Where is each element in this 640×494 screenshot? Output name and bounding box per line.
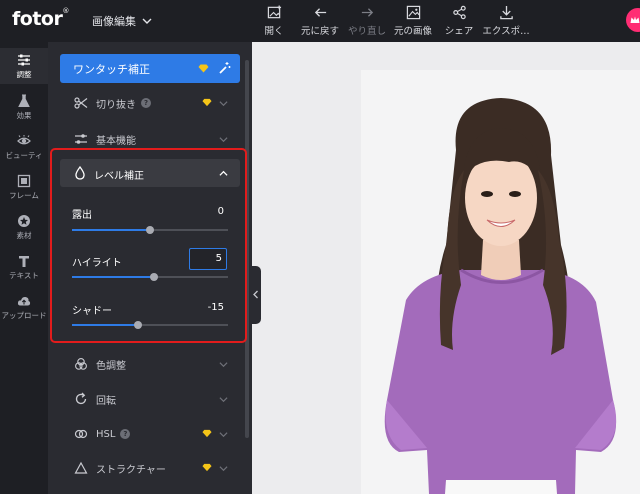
chevron-down-icon	[219, 101, 228, 107]
rail-item-elements[interactable]: 素材	[0, 210, 48, 244]
left-nav-rail: 調整 効果 ビューティ フレーム 素材 テキスト アップロード	[0, 42, 48, 494]
structure-section[interactable]: ストラクチャー	[60, 455, 240, 481]
magic-wand-icon	[219, 62, 231, 74]
help-icon[interactable]: ?	[141, 98, 151, 108]
structure-label: ストラクチャー	[96, 464, 166, 476]
original-image-icon	[406, 5, 420, 20]
diamond-icon	[198, 64, 209, 73]
chevron-left-icon	[253, 290, 258, 299]
open-button[interactable]: 開く	[249, 5, 299, 37]
chevron-down-icon	[219, 432, 228, 438]
diamond-icon	[202, 98, 212, 107]
export-download-icon	[499, 5, 513, 20]
color-section[interactable]: 色調整	[60, 351, 240, 377]
rotate-icon	[75, 392, 87, 405]
crop-label: 切り抜き	[96, 99, 136, 111]
mode-label: 画像編集	[92, 15, 136, 28]
flask-icon	[18, 94, 30, 107]
premium-crown-button[interactable]	[626, 8, 640, 32]
rotate-label: 回転	[96, 395, 116, 407]
one-touch-enhance-button[interactable]: ワンタッチ補正	[60, 54, 240, 83]
rail-label-adjust: 調整	[16, 70, 32, 79]
share-label: シェア	[444, 26, 474, 37]
color-label: 色調整	[96, 360, 126, 372]
basic-label: 基本機能	[96, 135, 136, 147]
diamond-icon	[202, 463, 212, 472]
triangle-icon	[74, 461, 88, 474]
top-toolbar: fotor® 画像編集 開く 元に戻す やり直し 元の画像 シェア エクスポ…	[0, 0, 640, 42]
frame-icon	[17, 174, 31, 188]
text-t-icon	[19, 256, 29, 267]
portrait-photo-illustration	[361, 70, 640, 494]
mode-dropdown[interactable]: 画像編集	[92, 13, 152, 29]
share-button[interactable]: シェア	[434, 5, 484, 37]
help-icon[interactable]: ?	[120, 429, 131, 439]
original-image-button[interactable]: 元の画像	[388, 5, 438, 37]
redo-button[interactable]: やり直し	[342, 5, 392, 37]
one-touch-label: ワンタッチ補正	[73, 63, 150, 76]
redo-arrow-icon	[361, 8, 373, 17]
chevron-down-icon	[219, 397, 228, 403]
rail-label-effects: 効果	[16, 111, 32, 120]
hsl-label: HSL	[96, 428, 116, 440]
export-label: エクスポ…	[482, 26, 530, 37]
cloud-upload-icon	[17, 296, 31, 306]
rail-label-frames: フレーム	[9, 191, 39, 200]
collapse-panel-button[interactable]	[250, 266, 261, 324]
rail-item-beauty[interactable]: ビューティ	[0, 130, 48, 164]
hsl-icon	[74, 429, 88, 439]
chevron-down-icon	[219, 362, 228, 368]
rail-label-beauty: ビューティ	[5, 151, 43, 160]
open-label: 開く	[264, 26, 284, 37]
crown-icon	[630, 16, 640, 23]
share-icon	[452, 5, 466, 20]
rail-item-text[interactable]: テキスト	[0, 250, 48, 284]
edited-photo[interactable]	[361, 70, 640, 494]
original-image-label: 元の画像	[393, 26, 432, 37]
rail-label-text: テキスト	[9, 271, 39, 280]
rail-item-upload[interactable]: アップロード	[0, 290, 48, 324]
undo-arrow-icon	[314, 8, 326, 17]
hsl-section[interactable]: HSL ?	[60, 421, 240, 447]
chevron-down-icon	[142, 18, 152, 24]
open-image-icon	[267, 5, 281, 19]
adjust-sliders-icon	[18, 54, 30, 66]
rail-label-elements: 素材	[16, 231, 32, 240]
star-badge-icon	[18, 215, 30, 227]
rail-label-upload: アップロード	[1, 311, 47, 320]
fotor-logo[interactable]: fotor®	[12, 7, 69, 30]
rail-item-frames[interactable]: フレーム	[0, 170, 48, 204]
rotate-section[interactable]: 回転	[60, 386, 240, 412]
sliders-icon	[75, 134, 87, 144]
redo-label: やり直し	[347, 26, 386, 37]
rail-item-effects[interactable]: 効果	[0, 90, 48, 124]
crop-section[interactable]: 切り抜き ?	[60, 90, 240, 116]
export-button[interactable]: エクスポ…	[481, 5, 531, 37]
diamond-icon	[202, 429, 212, 438]
color-circles-icon	[75, 358, 87, 370]
undo-button[interactable]: 元に戻す	[295, 5, 345, 37]
eye-icon	[17, 135, 31, 145]
rail-item-adjust[interactable]: 調整	[0, 48, 48, 84]
scissors-icon	[74, 97, 88, 109]
red-annotation-box	[50, 148, 247, 343]
chevron-down-icon	[219, 137, 228, 143]
undo-label: 元に戻す	[300, 26, 339, 37]
chevron-down-icon	[219, 466, 228, 472]
